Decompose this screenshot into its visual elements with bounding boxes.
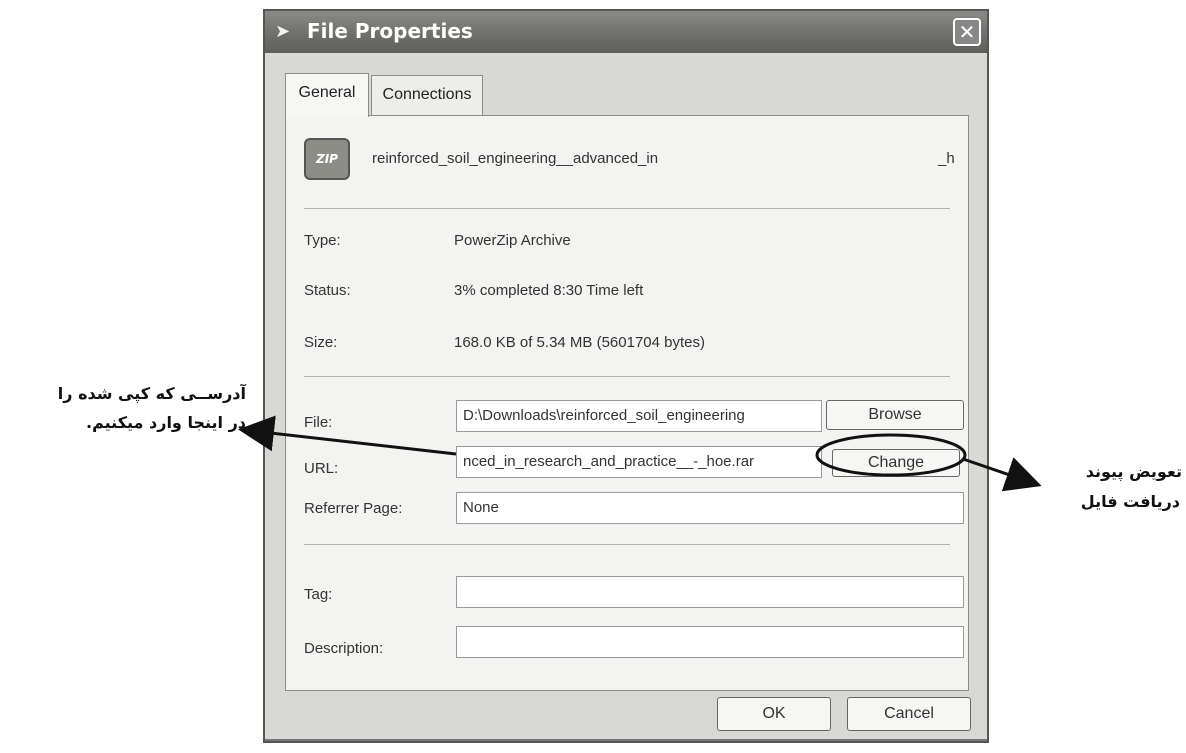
description-label: Description: (304, 640, 384, 657)
annotation-left-line1: آدرســی که کپی شده را (57, 384, 246, 403)
ok-button[interactable]: OK (717, 697, 831, 731)
separator (304, 208, 950, 209)
separator (304, 544, 950, 545)
file-properties-dialog: ➤ File Properties ✕ General Connections … (263, 9, 989, 743)
url-field[interactable]: nced_in_research_and_practice__-_hoe.rar (456, 446, 822, 478)
tag-field[interactable] (456, 576, 964, 608)
file-name: reinforced_soil_engineering__advanced_in (372, 150, 659, 167)
tab-general[interactable]: General (285, 73, 369, 117)
status-value: 3% completed 8:30 Time left (454, 282, 644, 299)
window-bottom-edge (265, 739, 987, 741)
status-label: Status: (304, 282, 351, 299)
annotation-right-line1: تعویض پیوند (1085, 462, 1182, 481)
file-label: File: (304, 414, 333, 431)
zip-archive-icon: ZIP (304, 138, 350, 180)
dialog-title: File Properties (307, 19, 473, 43)
app-arrow-icon: ➤ (275, 21, 291, 42)
annotation-left-line2: در اینجا وارد میکنیم. (86, 413, 246, 432)
annotation-right-line2: دریافت فایل (1080, 492, 1180, 511)
browse-button[interactable]: Browse (826, 400, 964, 430)
close-icon[interactable]: ✕ (953, 18, 981, 46)
cancel-button[interactable]: Cancel (847, 697, 971, 731)
title-bar[interactable]: ➤ File Properties ✕ (265, 11, 987, 53)
referrer-page-label: Referrer Page: (304, 500, 403, 517)
file-name-suffix: _h (938, 150, 955, 167)
description-field[interactable] (456, 626, 964, 658)
size-value: 168.0 KB of 5.34 MB (5601704 bytes) (454, 334, 705, 351)
type-value: PowerZip Archive (454, 232, 571, 249)
file-path-field[interactable]: D:\Downloads\reinforced_soil_engineering (456, 400, 822, 432)
change-button[interactable]: Change (832, 449, 960, 477)
separator (304, 376, 950, 377)
size-label: Size: (304, 334, 338, 351)
tag-label: Tag: (304, 586, 333, 603)
tab-connections[interactable]: Connections (371, 75, 483, 115)
url-label: URL: (304, 460, 339, 477)
referrer-page-field[interactable]: None (456, 492, 964, 524)
type-label: Type: (304, 232, 341, 249)
general-tab-panel: ZIP reinforced_soil_engineering__advance… (285, 115, 969, 691)
